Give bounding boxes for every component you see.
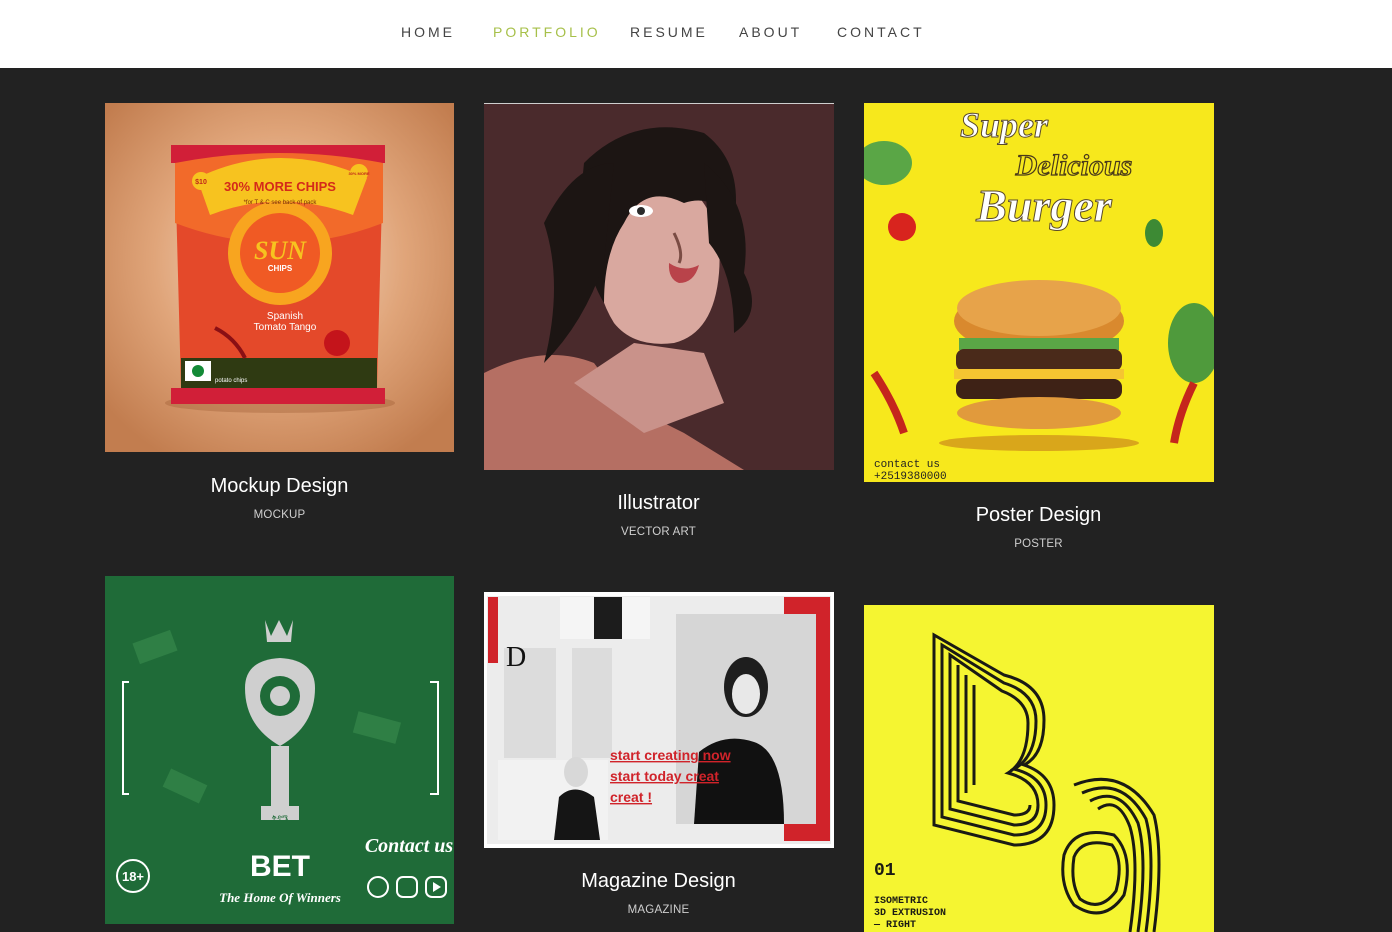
nav-item-resume[interactable]: RESUME bbox=[630, 24, 708, 40]
burger-poster-image: Super Delicious Burger contact us +25193… bbox=[864, 103, 1214, 482]
portfolio-item-title[interactable]: Illustrator bbox=[484, 492, 833, 515]
portfolio-thumbnail[interactable]: 01 ISOMETRIC 3D EXTRUSION — RIGHT bbox=[864, 605, 1214, 932]
age-restriction-text: 18+ bbox=[122, 869, 144, 884]
pack-foot-text: potato chips bbox=[215, 378, 247, 384]
nav-item-about[interactable]: ABOUT bbox=[739, 24, 802, 40]
vector-portrait-image bbox=[484, 103, 834, 470]
pack-corner-badge: 30% MORE bbox=[348, 171, 369, 176]
poster-line2-text: Delicious bbox=[1015, 149, 1133, 182]
magazine-cta-line1: start creating now bbox=[610, 747, 731, 763]
pack-terms-text: *for T & C see back of pack bbox=[244, 200, 318, 206]
trophy-plate-text: ቅዳሜ bbox=[272, 815, 288, 822]
bet-banner-image: ቅዳሜ BET The Home Of Winners 18+ Contact … bbox=[105, 576, 454, 924]
pack-badge-text: 30% MORE CHIPS bbox=[224, 179, 336, 194]
portfolio-item-title[interactable]: Magazine Design bbox=[484, 870, 833, 893]
pack-brand-sub-text: CHIPS bbox=[268, 264, 293, 273]
portfolio-item-isometric[interactable]: 01 ISOMETRIC 3D EXTRUSION — RIGHT bbox=[864, 605, 1214, 932]
portfolio-item-illustrator[interactable]: Illustrator VECTOR ART bbox=[484, 103, 834, 543]
nav-item-contact[interactable]: CONTACT bbox=[837, 24, 925, 40]
bet-logo-text: BET bbox=[250, 850, 310, 883]
pack-flavor-line2: Tomato Tango bbox=[254, 322, 317, 333]
portfolio-thumbnail[interactable]: 30% MORE CHIPS *for T & C see back of pa… bbox=[105, 103, 454, 452]
portfolio-item-category: MAGAZINE bbox=[627, 904, 690, 916]
magazine-cta-line2: start today creat bbox=[610, 768, 719, 784]
portfolio-item-magazine[interactable]: D start creating now start today creat c… bbox=[484, 592, 834, 932]
poster-contact-label: contact us bbox=[874, 459, 940, 471]
portfolio-item-category: MOCKUP bbox=[253, 509, 306, 521]
portfolio-thumbnail[interactable]: ቅዳሜ BET The Home Of Winners 18+ Contact … bbox=[105, 576, 454, 924]
pack-price-badge: $10 bbox=[195, 179, 207, 186]
pack-flavor-line1: Spanish bbox=[267, 311, 303, 322]
nav-item-home[interactable]: HOME bbox=[401, 24, 455, 40]
poster-contact-phone: +2519380000 bbox=[874, 471, 947, 482]
portfolio-thumbnail[interactable]: Super Delicious Burger contact us +25193… bbox=[864, 103, 1214, 482]
magazine-dropcap: D bbox=[506, 642, 526, 673]
nav-item-portfolio[interactable]: PORTFOLIO bbox=[493, 24, 601, 40]
iso-caption-line2: 3D EXTRUSION bbox=[874, 908, 946, 919]
portfolio-item-title[interactable]: Poster Design bbox=[864, 504, 1213, 527]
portfolio-item-mockup[interactable]: 30% MORE CHIPS *for T & C see back of pa… bbox=[105, 103, 454, 533]
chips-mockup-image: 30% MORE CHIPS *for T & C see back of pa… bbox=[105, 103, 454, 452]
bet-contact-text: Contact us bbox=[365, 835, 454, 857]
portfolio-thumbnail[interactable] bbox=[484, 103, 834, 470]
iso-caption-line3: — RIGHT bbox=[873, 920, 916, 931]
magazine-spread-image: D start creating now start today creat c… bbox=[484, 592, 834, 848]
bet-slogan-text: The Home Of Winners bbox=[219, 890, 341, 905]
pack-brand-text: SUN bbox=[254, 236, 307, 265]
iso-number-text: 01 bbox=[874, 861, 896, 881]
poster-line3-text: Burger bbox=[975, 180, 1113, 231]
portfolio-item-title[interactable]: Mockup Design bbox=[105, 475, 454, 498]
portfolio-item-bet[interactable]: ቅዳሜ BET The Home Of Winners 18+ Contact … bbox=[105, 576, 454, 932]
iso-caption-line1: ISOMETRIC bbox=[874, 896, 928, 907]
magazine-cta-line3: creat ! bbox=[610, 789, 652, 805]
portfolio-item-poster[interactable]: Super Delicious Burger contact us +25193… bbox=[864, 103, 1214, 558]
poster-line1-text: Super bbox=[960, 105, 1049, 145]
portfolio-item-category: VECTOR ART bbox=[620, 526, 697, 538]
isometric-type-image: 01 ISOMETRIC 3D EXTRUSION — RIGHT bbox=[864, 605, 1214, 932]
portfolio-thumbnail[interactable]: D start creating now start today creat c… bbox=[484, 592, 834, 848]
portfolio-item-category: POSTER bbox=[1014, 538, 1063, 550]
top-navigation: HOME PORTFOLIO RESUME ABOUT CONTACT bbox=[0, 0, 1392, 68]
